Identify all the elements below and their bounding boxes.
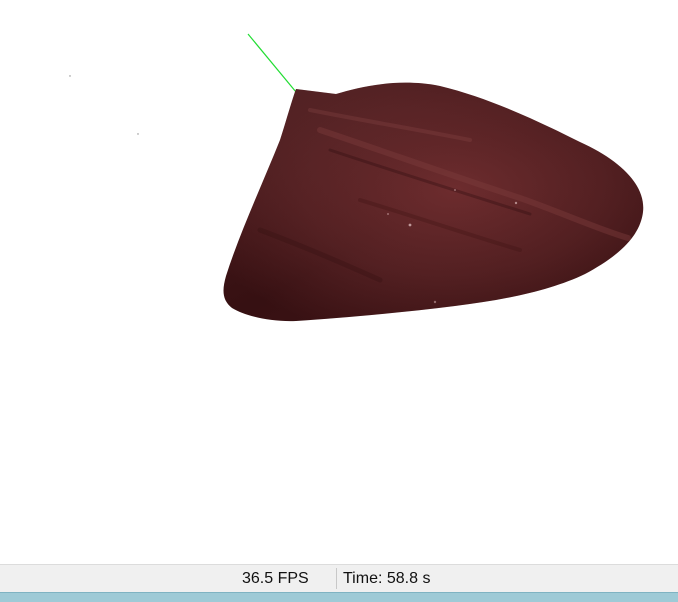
status-divider xyxy=(336,568,337,589)
scene-canvas xyxy=(69,33,644,322)
organ-highlight xyxy=(454,189,456,191)
scene-speck xyxy=(69,75,71,77)
fps-readout: 36.5 FPS xyxy=(242,570,309,587)
status-bar: 36.5 FPS Time: 58.8 s xyxy=(0,564,678,592)
organ-highlight xyxy=(387,213,389,215)
simulation-window: 36.5 FPS Time: 58.8 s xyxy=(0,0,678,602)
time-readout: Time: 58.8 s xyxy=(343,570,431,587)
organ-highlight xyxy=(433,300,437,304)
organ-shading xyxy=(223,82,644,322)
3d-viewport[interactable] xyxy=(0,0,678,564)
organ-highlight xyxy=(408,223,412,227)
organ-mesh[interactable] xyxy=(223,82,644,322)
axis-line xyxy=(247,33,297,93)
bottom-border xyxy=(0,592,678,602)
scene-speck xyxy=(137,133,139,135)
organ-highlight xyxy=(514,201,518,205)
